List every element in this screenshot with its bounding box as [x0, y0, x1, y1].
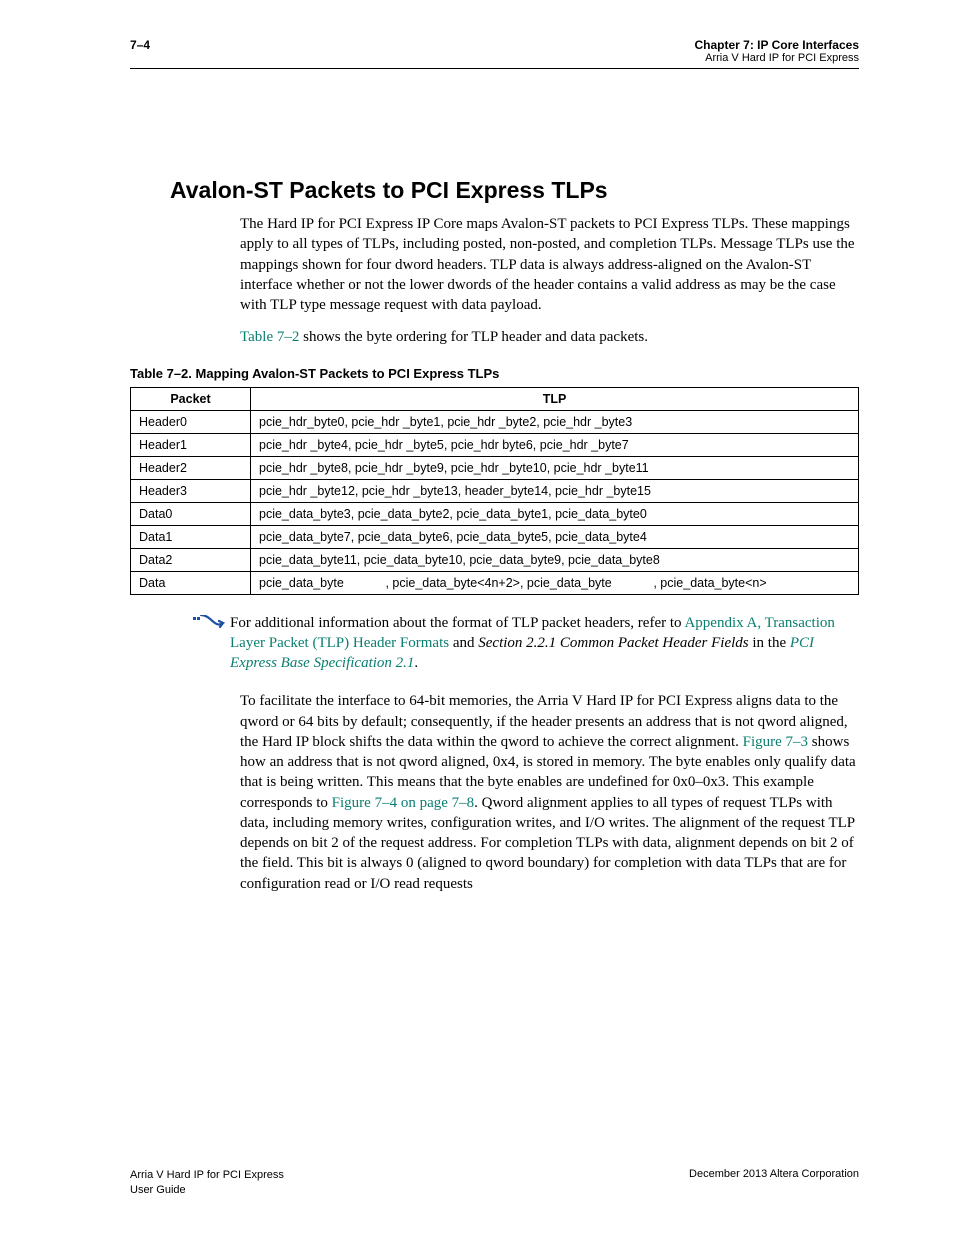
page-footer: Arria V Hard IP for PCI Express User Gui… [130, 1168, 859, 1197]
paragraph-table-ref: Table 7–2 shows the byte ordering for TL… [240, 327, 859, 347]
table-row: Header1pcie_hdr _byte4, pcie_hdr _byte5,… [131, 433, 859, 456]
page-header: 7–4 Chapter 7: IP Core Interfaces Arria … [130, 38, 859, 64]
table-row: Data1pcie_data_byte7, pcie_data_byte6, p… [131, 525, 859, 548]
note-text-c: in the [749, 635, 790, 651]
note-block: For additional information about the for… [190, 613, 859, 674]
table-row: Header0pcie_hdr_byte0, pcie_hdr _byte1, … [131, 410, 859, 433]
cell-tlp: pcie_hdr _byte12, pcie_hdr _byte13, head… [251, 479, 859, 502]
table-header-row: Packet TLP [131, 387, 859, 410]
footer-doc-sub: User Guide [130, 1184, 186, 1196]
cell-tlp: pcie_hdr _byte4, pcie_hdr _byte5, pcie_h… [251, 433, 859, 456]
section-heading: Avalon-ST Packets to PCI Express TLPs [170, 177, 859, 204]
footer-doc-title: Arria V Hard IP for PCI Express [130, 1169, 284, 1181]
page-number: 7–4 [130, 38, 150, 52]
chapter-subtitle: Arria V Hard IP for PCI Express [694, 52, 859, 64]
cell-packet: Header3 [131, 479, 251, 502]
table-header-tlp: TLP [251, 387, 859, 410]
note-text-a: For additional information about the for… [230, 615, 684, 631]
footer-right: December 2013 Altera Corporation [689, 1168, 859, 1180]
paragraph-intro: The Hard IP for PCI Express IP Core maps… [240, 214, 859, 315]
figure-7-3-link[interactable]: Figure 7–3 [743, 734, 808, 750]
note-arrow-icon [190, 613, 230, 674]
cell-tlp: pcie_hdr _byte8, pcie_hdr _byte9, pcie_h… [251, 456, 859, 479]
page: 7–4 Chapter 7: IP Core Interfaces Arria … [0, 0, 954, 1235]
cell-packet: Data [131, 571, 251, 594]
cell-tlp: pcie_data_byte11, pcie_data_byte10, pcie… [251, 548, 859, 571]
table-ref-link[interactable]: Table 7–2 [240, 329, 299, 345]
note-text: For additional information about the for… [230, 613, 859, 674]
mapping-table: Packet TLP Header0pcie_hdr_byte0, pcie_h… [130, 387, 859, 595]
paragraph-alignment: To facilitate the interface to 64-bit me… [240, 691, 859, 894]
cell-packet: Header1 [131, 433, 251, 456]
table-row: Data0pcie_data_byte3, pcie_data_byte2, p… [131, 502, 859, 525]
note-italic-1: Section 2.2.1 Common Packet Header Field… [478, 635, 748, 651]
chapter-label: Chapter 7: IP Core Interfaces Arria V Ha… [694, 38, 859, 64]
cell-packet: Header2 [131, 456, 251, 479]
paragraph-text: shows the byte ordering for TLP header a… [299, 329, 648, 345]
header-rule [130, 68, 859, 69]
footer-left: Arria V Hard IP for PCI Express User Gui… [130, 1168, 284, 1197]
note-text-d: . [414, 655, 418, 671]
table-caption: Table 7–2. Mapping Avalon-ST Packets to … [130, 366, 859, 381]
table-row: Header3pcie_hdr _byte12, pcie_hdr _byte1… [131, 479, 859, 502]
cell-tlp: pcie_hdr_byte0, pcie_hdr _byte1, pcie_hd… [251, 410, 859, 433]
table-header-packet: Packet [131, 387, 251, 410]
cell-packet: Data1 [131, 525, 251, 548]
note-text-b: and [449, 635, 478, 651]
table-row: Datapcie_data_byte , pcie_data_byte<4n+2… [131, 571, 859, 594]
figure-7-4-link[interactable]: Figure 7–4 on page 7–8 [332, 795, 474, 811]
table-row: Data2pcie_data_byte11, pcie_data_byte10,… [131, 548, 859, 571]
cell-tlp: pcie_data_byte , pcie_data_byte<4n+2>, p… [251, 571, 859, 594]
chapter-title: Chapter 7: IP Core Interfaces [694, 38, 859, 52]
cell-packet: Header0 [131, 410, 251, 433]
cell-packet: Data2 [131, 548, 251, 571]
table-row: Header2pcie_hdr _byte8, pcie_hdr _byte9,… [131, 456, 859, 479]
cell-tlp: pcie_data_byte7, pcie_data_byte6, pcie_d… [251, 525, 859, 548]
cell-tlp: pcie_data_byte3, pcie_data_byte2, pcie_d… [251, 502, 859, 525]
cell-packet: Data0 [131, 502, 251, 525]
